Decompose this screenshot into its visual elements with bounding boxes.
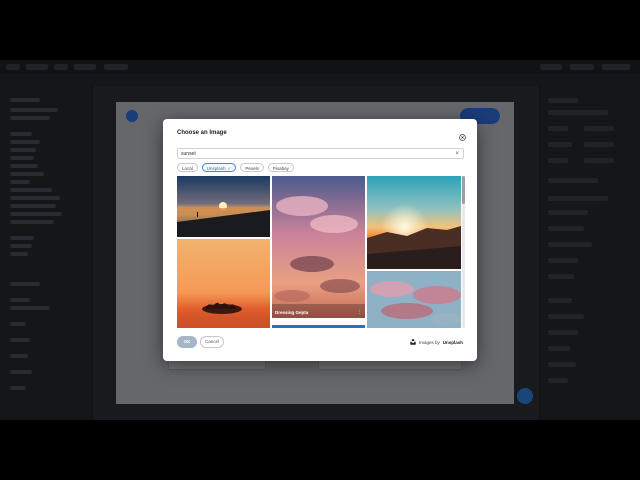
image-result-pink-clouds[interactable]: Dressing Gepta ⋮: [272, 176, 365, 318]
image-result-blue-sky[interactable]: [272, 320, 365, 328]
source-tab-label: Unsplash: [206, 166, 226, 171]
image-result-mountain-sunset[interactable]: [367, 176, 461, 269]
choose-image-dialog: Choose an Image sunset × Local Unsplash ✓…: [163, 119, 477, 361]
close-icon: [459, 134, 466, 141]
source-tab-label: Local: [182, 166, 193, 171]
image-thumbnail: [272, 325, 365, 328]
clear-search-icon[interactable]: ×: [455, 149, 459, 159]
scrollbar-thumb[interactable]: [462, 176, 465, 204]
image-thumbnail: [272, 176, 365, 318]
checkmark-icon: ✓: [227, 166, 232, 171]
image-result-tree-island[interactable]: [177, 239, 270, 328]
image-thumbnail: [367, 176, 461, 269]
cancel-button[interactable]: Cancel: [200, 336, 224, 348]
source-tab-label: Pexels: [245, 166, 259, 171]
image-thumbnail: [177, 239, 270, 328]
credit-prefix: Images by: [418, 339, 440, 345]
source-tab-unsplash[interactable]: Unsplash ✓: [201, 163, 237, 172]
dialog-title: Choose an Image: [177, 130, 227, 136]
image-caption: Dressing Gepta: [275, 310, 309, 315]
source-tabs: Local Unsplash ✓ Pexels Pixabay: [177, 163, 294, 172]
image-result-beach-sunset[interactable]: [177, 176, 270, 237]
search-value: sunset: [181, 151, 196, 157]
image-results-grid: Dressing Gepta ⋮: [177, 176, 463, 328]
source-tab-label: Pixabay: [272, 166, 289, 171]
source-tab-local[interactable]: Local: [177, 163, 198, 172]
image-credit: Images by Unsplash: [410, 339, 463, 345]
unsplash-logo-icon: [410, 339, 416, 345]
source-tab-pexels[interactable]: Pexels: [240, 163, 264, 172]
more-vertical-icon[interactable]: ⋮: [357, 310, 362, 315]
results-scrollbar[interactable]: [462, 176, 465, 328]
ok-button[interactable]: OK: [177, 336, 197, 348]
source-tab-pixabay[interactable]: Pixabay: [267, 163, 294, 172]
image-thumbnail: [177, 176, 270, 237]
credit-brand: Unsplash: [442, 339, 463, 345]
image-thumbnail: [367, 271, 461, 328]
image-result-cloudy-sky[interactable]: [367, 271, 461, 328]
close-button[interactable]: [459, 129, 466, 141]
search-input[interactable]: sunset ×: [177, 148, 464, 159]
